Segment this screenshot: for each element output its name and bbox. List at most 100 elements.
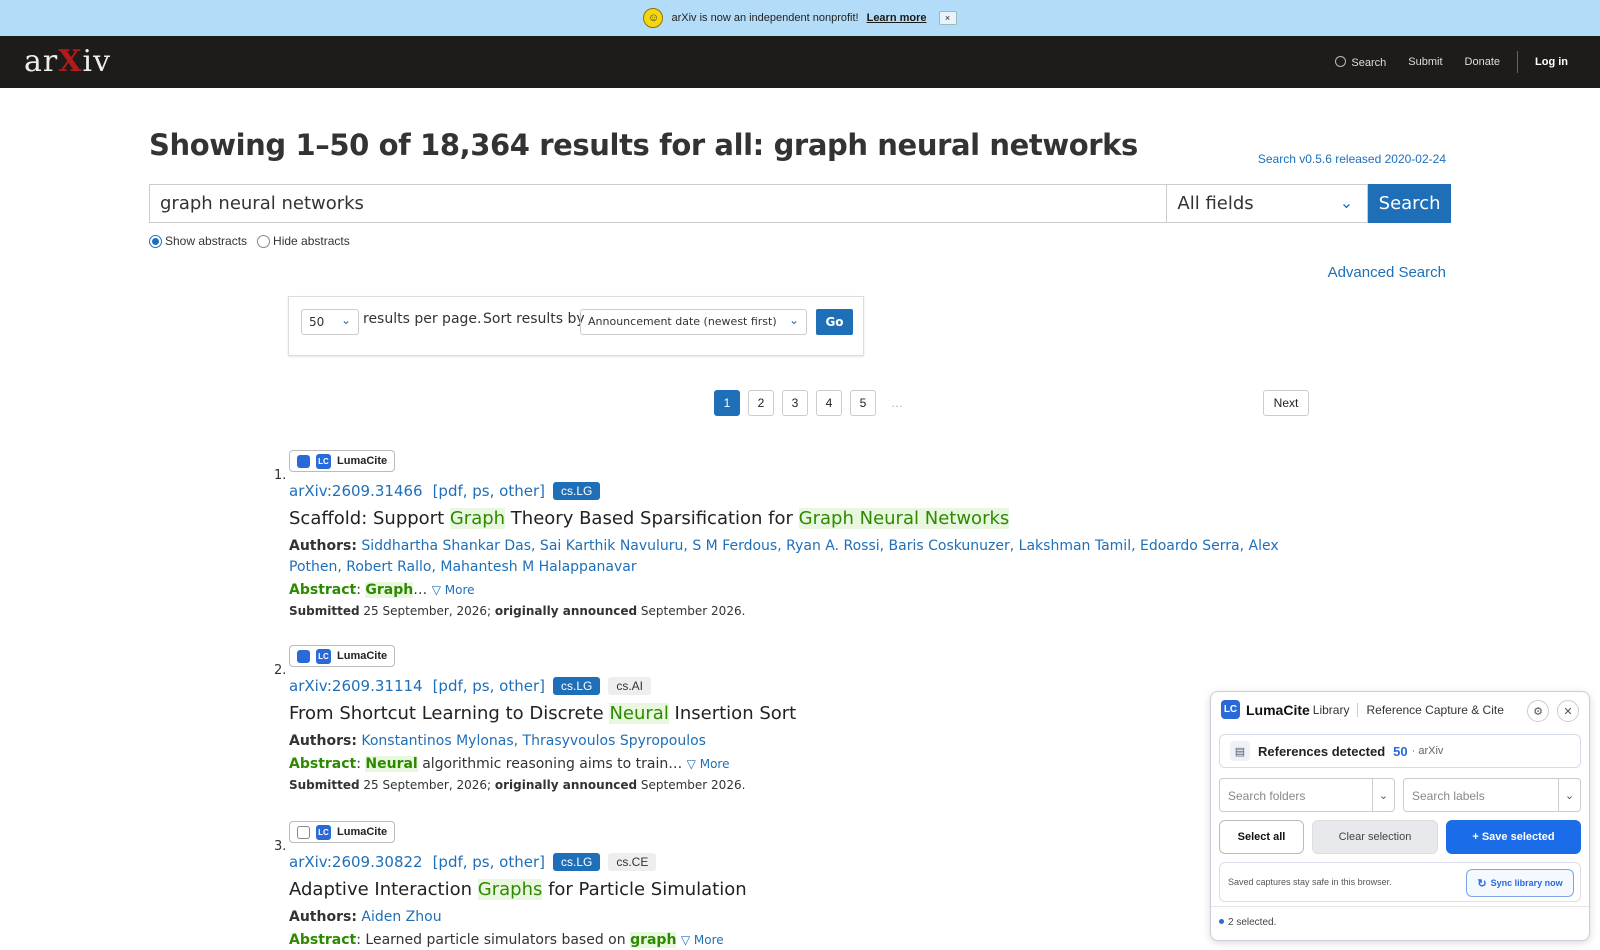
author-links[interactable]: Aiden Zhou (361, 909, 441, 925)
abstract-label: Abstract (289, 932, 357, 948)
save-selected-button[interactable]: + Save selected (1446, 820, 1581, 854)
document-icon: ▤ (1230, 741, 1250, 761)
nav-search[interactable]: Search (1335, 55, 1387, 69)
panel-header: LC LumaCite Library Reference Capture & … (1221, 700, 1504, 719)
nav-search-label: Search (1351, 56, 1387, 69)
author-links[interactable]: Konstantinos Mylonas, Thrasyvoulos Spyro… (361, 733, 706, 749)
lumacite-logo-icon: LC (316, 453, 331, 469)
nav-submit[interactable]: Submit (1408, 56, 1442, 68)
sync-library-button[interactable]: ↻ Sync library now (1466, 869, 1574, 897)
sort-order-value: Announcement date (newest first) (588, 315, 777, 328)
version-link[interactable]: Search v0.5.6 released 2020-02-24 (1258, 152, 1446, 166)
badge-label: LumaCite (337, 455, 388, 467)
nav-donate[interactable]: Donate (1465, 56, 1500, 68)
announced-date: September 2026. (640, 604, 746, 618)
folder-search-select[interactable]: Search folders ⌄ (1219, 778, 1395, 812)
refresh-icon: ↻ (1477, 877, 1487, 890)
search-bar: graph neural networks All fields ⌄ Search (149, 184, 1452, 223)
chevron-down-icon: ⌄ (1372, 779, 1394, 811)
arxiv-id-link[interactable]: arXiv:2609.31466 (289, 482, 423, 500)
primary-category-tag: cs.LG (552, 853, 601, 871)
chevron-down-icon: ⌄ (788, 313, 799, 327)
show-abstracts-label: Show abstracts (165, 234, 248, 248)
chevron-down-icon: ⌄ (340, 313, 351, 327)
abstract-line: Abstract: Neural algorithmic reasoning a… (289, 756, 730, 772)
format-links[interactable]: [pdf, ps, other] (433, 853, 545, 871)
page-link[interactable]: 2 (748, 390, 774, 416)
go-button[interactable]: Go (816, 309, 853, 335)
hide-abstracts-radio[interactable] (257, 234, 271, 248)
search-input[interactable]: graph neural networks (149, 184, 1168, 223)
title-highlight: Neural (609, 703, 669, 724)
abstract-highlight: graph (630, 932, 677, 948)
lumacite-capture-badge[interactable]: LC LumaCite (289, 821, 396, 843)
logo-text-ar: ar (24, 44, 59, 79)
banner-close-button[interactable]: × (938, 11, 957, 25)
lumacite-logo-icon: LC (1221, 700, 1240, 719)
arxiv-logo[interactable]: arXiv (24, 44, 111, 79)
abstract-line: Abstract: Learned particle simulators ba… (289, 932, 724, 948)
clear-selection-button[interactable]: Clear selection (1312, 820, 1438, 854)
advanced-search-link[interactable]: Advanced Search (1328, 264, 1446, 281)
badge-label: LumaCite (337, 826, 388, 838)
per-page-select[interactable]: 50 ⌄ (301, 309, 359, 335)
panel-subtitle: Reference Capture & Cite (1366, 702, 1504, 717)
banner-text: arXiv is now an independent nonprofit! (671, 12, 859, 24)
format-links[interactable]: [pdf, ps, other] (433, 677, 545, 695)
result-title: From Shortcut Learning to Discrete Neura… (289, 703, 1319, 724)
arxiv-id-link[interactable]: arXiv:2609.30822 (289, 853, 423, 871)
result-id-line: arXiv:2609.31114 [pdf, ps, other] cs.LG … (289, 677, 1319, 695)
per-page-value: 50 (309, 315, 325, 329)
result-id-line: arXiv:2609.31466 [pdf, ps, other] cs.LG (289, 482, 1319, 500)
smiley-icon: ☺ (643, 8, 664, 28)
capture-checkbox[interactable] (297, 649, 310, 663)
field-select[interactable]: All fields ⌄ (1167, 184, 1369, 223)
more-link[interactable]: ▽ More (681, 933, 724, 947)
page-link[interactable]: 1 (714, 390, 740, 416)
abstract-label: Abstract (289, 756, 357, 772)
authors-label: Authors: (289, 909, 357, 925)
announced-date: September 2026. (640, 778, 746, 792)
per-page-label: results per page. (363, 311, 482, 327)
chevron-down-icon: ⌄ (1339, 193, 1354, 212)
title-text: Theory Based Sparsification for (505, 508, 799, 529)
panel-library-label: Library (1312, 702, 1350, 717)
learn-more-link[interactable]: Learn more (867, 12, 927, 24)
more-link[interactable]: ▽ More (432, 583, 475, 597)
result-number: 2. (274, 663, 287, 678)
logo-text-iv: iv (82, 44, 112, 79)
select-all-button[interactable]: Select all (1219, 820, 1304, 854)
label-search-placeholder: Search labels (1412, 789, 1485, 803)
next-page-button[interactable]: Next (1263, 390, 1309, 416)
folder-search-placeholder: Search folders (1228, 789, 1306, 803)
lumacite-logo-icon: LC (316, 824, 331, 840)
field-select-value: All fields (1177, 193, 1254, 214)
lumacite-capture-badge[interactable]: LC LumaCite (289, 645, 396, 667)
capture-checkbox[interactable] (297, 454, 310, 468)
show-abstracts-radio[interactable] (149, 234, 162, 248)
lumacite-capture-badge[interactable]: LC LumaCite (289, 450, 396, 472)
sort-order-select[interactable]: Announcement date (newest first) ⌄ (580, 309, 807, 335)
logo-text-x: X (58, 44, 83, 79)
panel-close-icon[interactable]: ✕ (1557, 700, 1579, 722)
page-link[interactable]: 3 (782, 390, 808, 416)
pagination: 1 2 3 4 5 … (714, 390, 910, 416)
result-item: 3. LC LumaCite arXiv:2609.30822 [pdf, ps… (274, 821, 1319, 948)
search-button[interactable]: Search (1368, 184, 1452, 223)
capture-checkbox[interactable] (297, 825, 310, 839)
more-link[interactable]: ▽ More (687, 757, 730, 771)
label-search-select[interactable]: Search labels ⌄ (1403, 778, 1581, 812)
submitted-date: 25 September, 2026; (363, 604, 492, 618)
arxiv-id-link[interactable]: arXiv:2609.31114 (289, 677, 423, 695)
format-links[interactable]: [pdf, ps, other] (433, 482, 545, 500)
nav-login[interactable]: Log in (1535, 56, 1568, 68)
references-summary: ▤ References detected 50 · arXiv (1219, 734, 1581, 768)
secondary-category-tag: cs.CE (608, 853, 657, 871)
abstract-highlight: Graph (365, 582, 414, 598)
submitted-label: Submitted (289, 604, 360, 618)
submitted-line: Submitted 25 September, 2026; originally… (289, 604, 1319, 618)
settings-gear-icon[interactable]: ⚙ (1527, 700, 1549, 722)
author-links[interactable]: Siddhartha Shankar Das, Sai Karthik Navu… (289, 538, 1279, 575)
page-link[interactable]: 5 (850, 390, 876, 416)
page-link[interactable]: 4 (816, 390, 842, 416)
